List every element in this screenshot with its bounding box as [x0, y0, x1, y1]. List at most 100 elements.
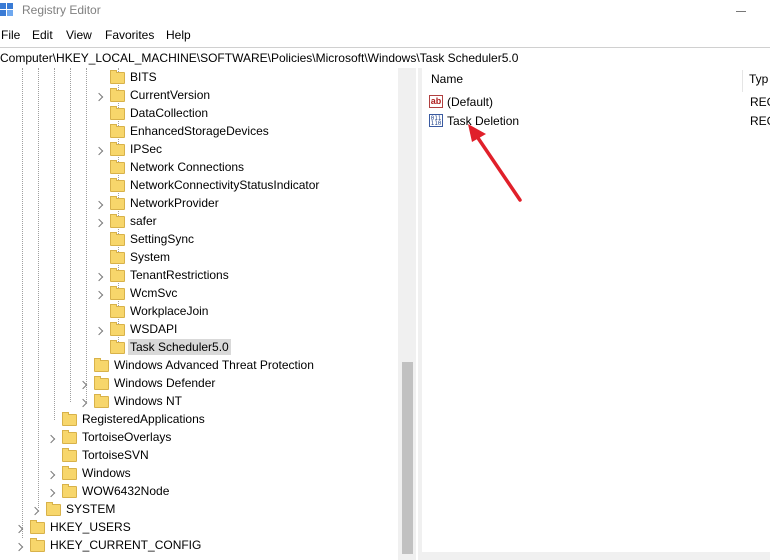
menu-file[interactable]: File — [1, 28, 20, 42]
folder-icon — [62, 430, 77, 444]
tree-item-windows-advanced-threat-protection[interactable]: Windows Advanced Threat Protection — [0, 357, 398, 375]
folder-icon — [110, 232, 125, 246]
value-type: REG — [750, 114, 770, 128]
folder-icon — [62, 448, 77, 462]
window-title: Registry Editor — [22, 3, 101, 17]
tree-item-label: IPSec — [130, 142, 163, 156]
folder-icon — [110, 106, 125, 120]
values-list[interactable]: Name Typ ab (Default) REG 011110 Task De… — [422, 68, 770, 560]
chevron-right-icon[interactable] — [46, 470, 56, 480]
menu-help[interactable]: Help — [166, 28, 191, 42]
tree-item-label: TortoiseOverlays — [82, 430, 172, 444]
tree-item-windows[interactable]: Windows — [0, 465, 398, 483]
tree-item-label: Windows — [82, 466, 131, 480]
tree-item-label: System — [130, 250, 171, 264]
tree-item-label: Windows Advanced Threat Protection — [114, 358, 314, 372]
tree-item-label: HKEY_USERS — [50, 520, 131, 534]
address-bar[interactable]: Computer\HKEY_LOCAL_MACHINE\SOFTWARE\Pol… — [0, 47, 770, 69]
tree-item-wow6432node[interactable]: WOW6432Node — [0, 483, 398, 501]
value-name: Task Deletion — [447, 114, 520, 128]
tree-item-currentversion[interactable]: CurrentVersion — [0, 87, 398, 105]
folder-icon — [110, 142, 125, 156]
tree-item-registeredapplications[interactable]: RegisteredApplications — [0, 411, 398, 429]
chevron-right-icon[interactable] — [14, 524, 24, 534]
chevron-right-icon[interactable] — [14, 542, 24, 552]
tree-item-label: HKEY_CURRENT_CONFIG — [50, 538, 202, 552]
tree-item-label: NetworkConnectivityStatusIndicator — [130, 178, 320, 192]
tree-item-tortoisesvn[interactable]: TortoiseSVN — [0, 447, 398, 465]
address-path[interactable]: Computer\HKEY_LOCAL_MACHINE\SOFTWARE\Pol… — [0, 51, 518, 65]
folder-icon — [110, 340, 125, 354]
tree-item-label: NetworkProvider — [130, 196, 219, 210]
chevron-right-icon[interactable] — [94, 92, 104, 102]
tree-item-wcmsvc[interactable]: WcmSvc — [0, 285, 398, 303]
folder-icon — [30, 538, 45, 552]
tree-item-label: BITS — [130, 70, 157, 84]
menu-view[interactable]: View — [66, 28, 92, 42]
folder-icon — [94, 358, 109, 372]
tree-item-windows-defender[interactable]: Windows Defender — [0, 375, 398, 393]
chevron-right-icon[interactable] — [94, 146, 104, 156]
tree-item-label: RegisteredApplications — [82, 412, 205, 426]
tree-item-label: Windows Defender — [114, 376, 216, 390]
tree-item-networkconnectivitystatusindicator[interactable]: NetworkConnectivityStatusIndicator — [0, 177, 398, 195]
folder-icon — [110, 70, 125, 84]
folder-icon — [62, 412, 77, 426]
folder-icon — [62, 466, 77, 480]
tree-item-network-connections[interactable]: Network Connections — [0, 159, 398, 177]
chevron-right-icon[interactable] — [94, 218, 104, 228]
tree-item-label: TenantRestrictions — [130, 268, 229, 282]
tree-item-system-hive[interactable]: SYSTEM — [0, 501, 398, 519]
tree-item-safer[interactable]: safer — [0, 213, 398, 231]
registry-editor-icon — [0, 3, 13, 16]
value-row-default[interactable]: ab (Default) REG — [422, 93, 770, 111]
binary-value-icon: 011 110 — [429, 114, 443, 127]
tree-item-label: SettingSync — [130, 232, 195, 246]
tree-scrollbar-thumb[interactable] — [402, 362, 413, 554]
tree-item-label: WcmSvc — [130, 286, 178, 300]
tree-item-hkey-current-config[interactable]: HKEY_CURRENT_CONFIG — [0, 537, 398, 555]
chevron-right-icon[interactable] — [30, 506, 40, 516]
folder-icon — [110, 196, 125, 210]
chevron-right-icon[interactable] — [46, 434, 56, 444]
tree-item-workplacejoin[interactable]: WorkplaceJoin — [0, 303, 398, 321]
tree-item-bits[interactable]: BITS — [0, 69, 398, 87]
tree-item-hkey-users[interactable]: HKEY_USERS — [0, 519, 398, 537]
tree-item-windows-nt[interactable]: Windows NT — [0, 393, 398, 411]
chevron-right-icon[interactable] — [94, 290, 104, 300]
menu-edit[interactable]: Edit — [32, 28, 53, 42]
menu-favorites[interactable]: Favorites — [105, 28, 154, 42]
folder-icon — [110, 250, 125, 264]
chevron-right-icon[interactable] — [46, 488, 56, 498]
tree-item-enhancedstoragedevices[interactable]: EnhancedStorageDevices — [0, 123, 398, 141]
folder-icon — [46, 502, 61, 516]
folder-icon — [110, 268, 125, 282]
tree-item-label: SYSTEM — [66, 502, 116, 516]
folder-icon — [110, 214, 125, 228]
tree-item-settingsync[interactable]: SettingSync — [0, 231, 398, 249]
list-horizontal-scrollbar[interactable] — [422, 552, 770, 560]
chevron-right-icon[interactable] — [94, 200, 104, 210]
tree-item-system[interactable]: System — [0, 249, 398, 267]
key-tree[interactable]: BITS CurrentVersion DataCollection Enhan… — [0, 68, 418, 560]
tree-item-wsdapi[interactable]: WSDAPI — [0, 321, 398, 339]
tree-item-label: Windows NT — [114, 394, 183, 408]
folder-icon — [94, 394, 109, 408]
tree-item-datacollection[interactable]: DataCollection — [0, 105, 398, 123]
chevron-right-icon[interactable] — [78, 380, 88, 390]
column-separator[interactable] — [742, 70, 743, 92]
value-row-task-deletion[interactable]: 011110 Task Deletion REG — [422, 112, 770, 130]
tree-item-tenantrestrictions[interactable]: TenantRestrictions — [0, 267, 398, 285]
chevron-right-icon[interactable] — [78, 398, 88, 408]
tree-item-task-scheduler[interactable]: Task Scheduler5.0 — [0, 339, 398, 357]
tree-item-ipsec[interactable]: IPSec — [0, 141, 398, 159]
folder-icon — [30, 520, 45, 534]
chevron-right-icon[interactable] — [94, 272, 104, 282]
column-header-name[interactable]: Name — [431, 72, 463, 86]
minimize-button[interactable] — [730, 3, 754, 19]
chevron-right-icon[interactable] — [94, 326, 104, 336]
tree-item-tortoiseoverlays[interactable]: TortoiseOverlays — [0, 429, 398, 447]
column-header-type[interactable]: Typ — [749, 72, 768, 86]
tree-item-networkprovider[interactable]: NetworkProvider — [0, 195, 398, 213]
folder-icon — [110, 88, 125, 102]
